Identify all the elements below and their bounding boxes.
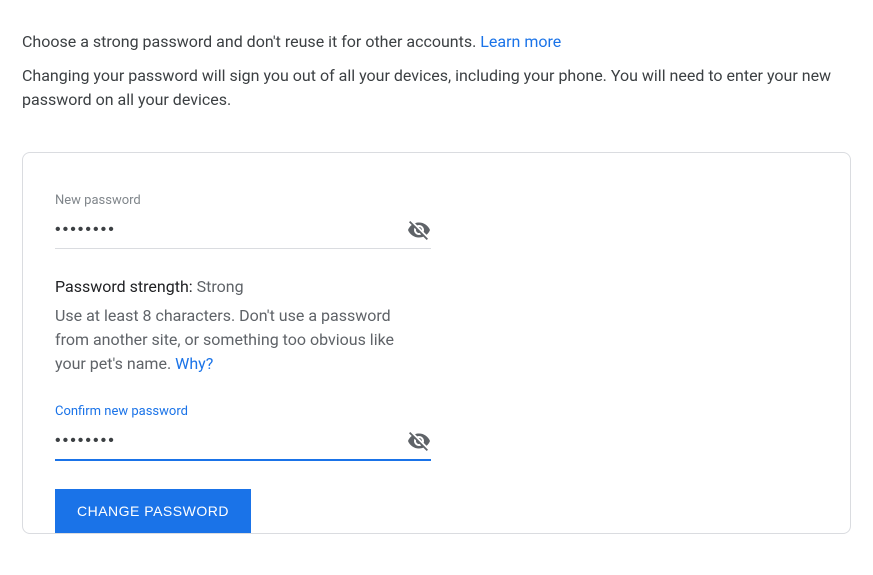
confirm-password-label: Confirm new password bbox=[55, 404, 431, 419]
new-password-label: New password bbox=[55, 193, 431, 208]
learn-more-link[interactable]: Learn more bbox=[480, 32, 561, 51]
visibility-off-icon[interactable] bbox=[407, 218, 431, 242]
new-password-input[interactable] bbox=[55, 221, 407, 239]
confirm-password-input-row bbox=[55, 429, 431, 461]
confirm-password-input[interactable] bbox=[55, 432, 407, 450]
new-password-input-row bbox=[55, 218, 431, 249]
confirm-password-field: Confirm new password bbox=[55, 404, 431, 461]
visibility-off-icon[interactable] bbox=[407, 429, 431, 453]
change-password-button[interactable]: CHANGE PASSWORD bbox=[55, 489, 251, 533]
password-card: New password Password strength: Strong U… bbox=[22, 152, 851, 534]
strength-value: Strong bbox=[197, 277, 244, 296]
new-password-field: New password bbox=[55, 193, 431, 249]
strength-label: Password strength: bbox=[55, 277, 197, 296]
intro-line-2: Changing your password will sign you out… bbox=[22, 64, 851, 112]
password-hint: Use at least 8 characters. Don't use a p… bbox=[55, 304, 425, 376]
intro-line-1: Choose a strong password and don't reuse… bbox=[22, 30, 851, 54]
intro-text-1: Choose a strong password and don't reuse… bbox=[22, 32, 480, 51]
password-strength-row: Password strength: Strong bbox=[55, 277, 818, 296]
why-link[interactable]: Why? bbox=[175, 354, 213, 373]
hint-text: Use at least 8 characters. Don't use a p… bbox=[55, 306, 394, 373]
